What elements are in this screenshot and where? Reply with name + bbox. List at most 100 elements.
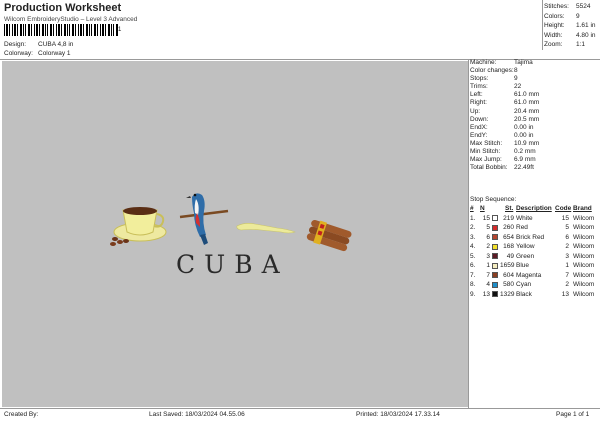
col-st: St. — [505, 205, 514, 212]
color-description: Red — [516, 224, 528, 231]
machine-info-row: Down: 20.5 mm — [470, 116, 600, 124]
color-description: Cyan — [516, 281, 532, 288]
info-label: Max Stitch: — [470, 139, 503, 147]
coffee-cup-icon — [110, 207, 167, 246]
stop-row: 8. 4 580 Cyan 2 Wilcom — [470, 280, 600, 290]
color-swatch — [492, 224, 498, 231]
machine-info-row: EndX: 0.00 in — [470, 124, 600, 132]
needle-number: 6 — [486, 233, 490, 241]
col-description: Description — [516, 205, 552, 212]
thread-brand: Wilcom — [573, 281, 595, 288]
col-num: # — [470, 205, 474, 212]
color-swatch — [492, 234, 498, 240]
stitch-count: 654 — [503, 233, 514, 241]
summary-label: Stitches: — [544, 3, 569, 10]
info-label: Max Jump: — [470, 156, 502, 164]
design-row: Design: CUBA 4,8 in — [4, 41, 73, 48]
stitch-count: 49 — [506, 252, 514, 260]
info-value: 10.9 mm — [514, 139, 540, 147]
info-label: Machine: — [470, 59, 497, 66]
cigars-icon — [306, 219, 352, 252]
summary-value: 1:1 — [576, 41, 586, 49]
machine-info-row: EndY: 0.00 in — [470, 132, 600, 140]
thread-code: 2 — [565, 281, 569, 288]
info-label: Left: — [470, 91, 483, 99]
machine-info-row: Total Bobbin: 22.49ft — [470, 164, 600, 172]
thread-brand: Wilcom — [573, 252, 595, 260]
stop-num: 3. — [470, 233, 476, 241]
page-number: Page 1 of 1 — [556, 411, 590, 418]
stop-num: 9. — [470, 290, 476, 298]
stop-num: 6. — [470, 262, 476, 269]
info-value: 20.4 mm — [514, 107, 540, 115]
thread-code: 5 — [565, 224, 569, 231]
info-value: 20.5 mm — [514, 115, 540, 123]
stop-row: 9. 13 1329 Black 13 Wilcom — [470, 290, 600, 300]
thread-code: 6 — [565, 233, 569, 241]
color-description: Black — [516, 290, 532, 298]
design-preview: CUBA — [2, 61, 469, 407]
stop-num: 2. — [470, 224, 476, 231]
thread-brand: Wilcom — [573, 233, 595, 241]
machine-info-row: Stops: 9 — [470, 75, 600, 83]
software-name: Wilcom EmbroideryStudio – Level 3 Advanc… — [4, 16, 138, 23]
needle-number: 5 — [486, 224, 490, 231]
machine-info-row: Color changes:8 — [470, 67, 600, 75]
color-swatch — [492, 215, 498, 221]
colorway-value: Colorway 1 — [38, 50, 71, 57]
island-icon — [236, 223, 296, 234]
stop-num: 4. — [470, 243, 476, 250]
machine-info-row: Max Jump: 6.9 mm — [470, 156, 600, 164]
machine-info-row: Left: 61.0 mm — [470, 91, 600, 99]
machine-info-row: Min Stitch: 0.2 mm — [470, 148, 600, 156]
thread-brand: Wilcom — [573, 262, 595, 269]
color-description: Green — [516, 252, 535, 260]
stop-row: 7. 7 604 Magenta 7 Wilcom — [470, 271, 600, 281]
info-label: Right: — [470, 99, 487, 107]
thread-brand: Wilcom — [573, 214, 595, 222]
summary-panel: Stitches: 5524 Colors: 9 Height: 1.61 in Wi… — [544, 2, 600, 50]
info-value: 9 — [514, 75, 518, 83]
summary-label: Width: — [544, 31, 563, 39]
info-value: 22 — [514, 83, 522, 91]
color-swatch — [492, 281, 498, 288]
stop-row: 1. 15 219 White 15 Wilcom — [470, 214, 600, 224]
color-description: Brick Red — [516, 233, 545, 241]
stop-num: 8. — [470, 281, 476, 288]
thread-brand: Wilcom — [573, 271, 595, 279]
machine-info-row: Right: 61.0 mm — [470, 99, 600, 107]
colorway-label: Colorway: — [4, 50, 33, 57]
info-label: EndX: — [470, 123, 488, 131]
info-label: Trims: — [470, 83, 488, 91]
color-swatch — [492, 262, 498, 269]
color-swatch — [492, 291, 498, 297]
summary-label: Colors: — [544, 12, 565, 20]
summary-label: Height: — [544, 22, 565, 30]
stitch-count: 168 — [503, 243, 514, 250]
info-value: 6.9 mm — [514, 156, 536, 164]
created-by: Created By: — [4, 411, 39, 418]
needle-number: 13 — [482, 290, 490, 298]
design-value: CUBA 4,8 in — [38, 41, 74, 48]
needle-number: 1 — [486, 262, 490, 269]
color-swatch — [492, 272, 498, 278]
col-n: N — [480, 205, 485, 212]
machine-info-row: Trims: 22 — [470, 83, 600, 91]
summary-value: 1.61 in — [576, 22, 596, 30]
thread-brand: Wilcom — [573, 290, 595, 298]
stop-num: 5. — [470, 252, 476, 260]
thread-code: 7 — [565, 271, 569, 279]
info-value: Tajima — [514, 59, 533, 66]
info-label: Down: — [470, 115, 489, 123]
col-brand: Brand — [573, 205, 592, 212]
stitch-count: 219 — [503, 214, 514, 222]
info-label: Total Bobbin: — [470, 164, 508, 172]
info-label: EndY: — [470, 131, 488, 139]
stop-row: 3. 6 654 Brick Red 6 Wilcom — [470, 233, 600, 243]
color-description: Magenta — [516, 271, 542, 279]
color-swatch — [492, 243, 498, 250]
summary-value: 5524 — [576, 3, 591, 10]
summary-label: Zoom: — [544, 41, 563, 49]
worksheet-title: Production Worksheet — [4, 2, 122, 14]
color-description: White — [516, 214, 533, 222]
